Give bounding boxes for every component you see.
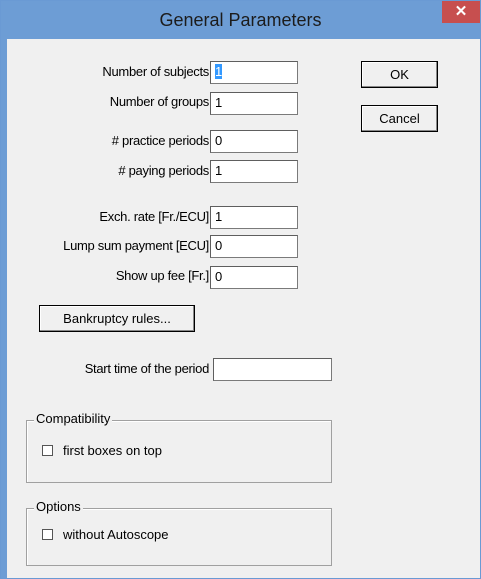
ok-button[interactable]: OK: [361, 61, 438, 88]
number-of-subjects-label: Number of subjects: [102, 64, 209, 79]
start-time-input[interactable]: [213, 358, 332, 381]
start-time-label: Start time of the period: [84, 361, 210, 376]
practice-periods-label: # practice periods: [111, 133, 210, 148]
general-parameters-dialog: General Parameters ✕ Number of subjects …: [0, 0, 481, 579]
close-button[interactable]: ✕: [442, 1, 480, 23]
number-of-groups-input[interactable]: 1: [210, 92, 298, 115]
without-autoscope-label[interactable]: without Autoscope: [63, 527, 169, 542]
paying-periods-label: # paying periods: [118, 163, 209, 178]
first-boxes-on-top-checkbox[interactable]: [42, 445, 53, 456]
practice-periods-input[interactable]: 0: [210, 130, 298, 153]
number-of-subjects-value: 1: [215, 64, 223, 79]
dialog-title: General Parameters: [159, 10, 322, 30]
paying-periods-input[interactable]: 1: [210, 160, 298, 183]
exchange-rate-input[interactable]: 1: [210, 206, 298, 229]
compatibility-group-title: Compatibility: [34, 411, 113, 426]
number-of-groups-label: Number of groups: [109, 94, 210, 109]
lump-sum-payment-input[interactable]: 0: [210, 235, 298, 258]
exchange-rate-label: Exch. rate [Fr./ECU]: [99, 209, 209, 224]
number-of-subjects-input[interactable]: 1: [210, 61, 298, 84]
without-autoscope-checkbox[interactable]: [42, 529, 53, 540]
bankruptcy-rules-button[interactable]: Bankruptcy rules...: [39, 305, 195, 332]
cancel-button[interactable]: Cancel: [361, 105, 438, 132]
show-up-fee-input[interactable]: 0: [210, 266, 298, 289]
options-group-title: Options: [34, 499, 83, 514]
title-bar[interactable]: General Parameters ✕: [1, 1, 480, 39]
show-up-fee-label: Show up fee [Fr.]: [115, 268, 209, 283]
first-boxes-on-top-label[interactable]: first boxes on top: [63, 443, 162, 458]
dialog-body: Number of subjects 1 Number of groups 1 …: [7, 39, 480, 578]
lump-sum-payment-label: Lump sum payment [ECU]: [63, 238, 209, 253]
